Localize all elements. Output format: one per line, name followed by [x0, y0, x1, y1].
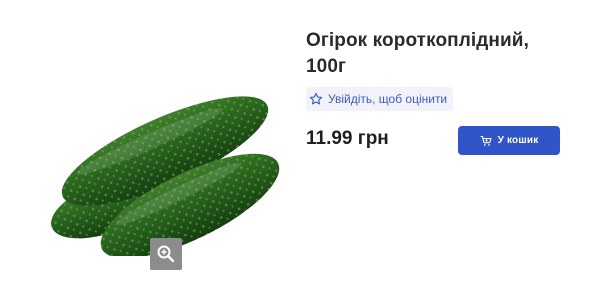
cart-icon — [480, 135, 492, 146]
price: 11.99 грн — [306, 128, 389, 149]
product-card: Огірок короткоплідний, 100г Увійдіть, що… — [0, 0, 600, 302]
star-outline-icon — [309, 92, 323, 105]
zoom-button[interactable] — [150, 238, 182, 270]
zoom-in-icon — [157, 245, 175, 263]
login-to-rate-link[interactable]: Увійдіть, щоб оцінити — [306, 87, 454, 111]
add-to-cart-label: У кошик — [497, 135, 539, 146]
add-to-cart-button[interactable]: У кошик — [458, 126, 560, 155]
product-title-line2: 100г — [306, 56, 347, 77]
product-title-line1: Огірок короткоплідний, — [306, 30, 529, 51]
product-info: Огірок короткоплідний, 100г — [306, 28, 576, 80]
login-to-rate-text: Увійдіть, щоб оцінити — [328, 92, 448, 106]
product-title: Огірок короткоплідний, 100г — [306, 28, 576, 80]
product-image[interactable] — [40, 56, 290, 256]
cucumber-image — [51, 96, 280, 256]
